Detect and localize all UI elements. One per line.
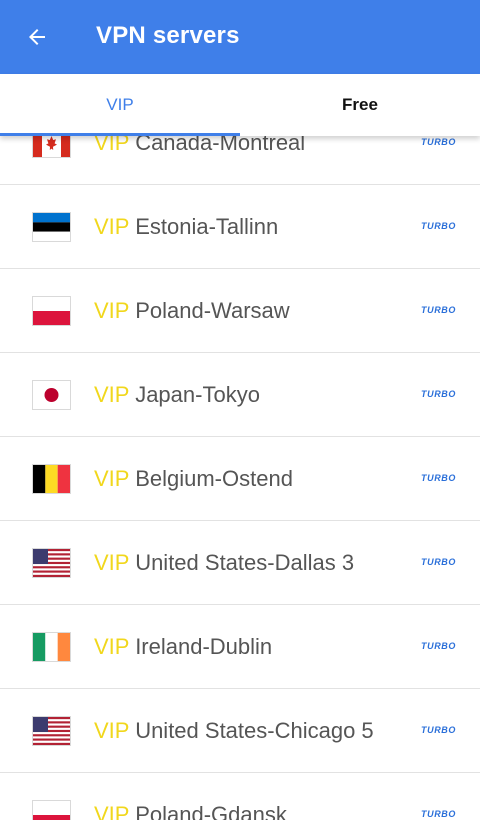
server-row-poland-warsaw[interactable]: VIP Poland-Warsaw TURBO (0, 269, 480, 353)
flag-japan-icon (33, 381, 70, 409)
vip-tag: VIP (94, 382, 130, 407)
server-row-us-dallas-3[interactable]: VIP United States-Dallas 3 TURBO (0, 521, 480, 605)
vip-tag: VIP (94, 718, 130, 743)
server-name: VIP Poland-Warsaw (94, 298, 290, 324)
vip-tag: VIP (94, 214, 130, 239)
turbo-badge: TURBO (421, 809, 456, 819)
server-name: VIP Belgium-Ostend (94, 466, 293, 492)
flag-belgium-icon (33, 465, 70, 493)
server-row-japan-tokyo[interactable]: VIP Japan-Tokyo TURBO (0, 353, 480, 437)
tab-vip-label: VIP (106, 95, 134, 114)
server-name: VIP United States-Chicago 5 (94, 718, 374, 744)
flag-usa-icon (33, 549, 70, 577)
vip-tag: VIP (94, 634, 130, 659)
server-location: Japan-Tokyo (135, 382, 260, 407)
server-row-ireland-dublin[interactable]: VIP Ireland-Dublin TURBO (0, 605, 480, 689)
server-name: VIP Poland-Gdansk (94, 802, 287, 820)
vip-tag: VIP (94, 802, 130, 820)
flag-poland-icon (33, 297, 70, 325)
flag-usa-icon (33, 717, 70, 745)
turbo-badge: TURBO (421, 305, 456, 315)
server-row-us-chicago-5[interactable]: VIP United States-Chicago 5 TURBO (0, 689, 480, 773)
page-title: VPN servers (96, 22, 240, 49)
tab-bar: VIP Free (0, 74, 480, 136)
server-name: VIP United States-Dallas 3 (94, 550, 354, 576)
server-list[interactable]: VIP Canada-Montreal TURBO VIP Estonia-Ta… (0, 101, 480, 820)
flag-poland-icon (33, 801, 70, 820)
tab-vip[interactable]: VIP (0, 74, 240, 136)
server-location: Estonia-Tallinn (135, 214, 279, 239)
turbo-badge: TURBO (421, 641, 456, 651)
turbo-badge: TURBO (421, 137, 456, 147)
vip-tag: VIP (94, 550, 130, 575)
server-location: United States-Dallas 3 (135, 550, 355, 575)
back-button[interactable] (14, 14, 60, 60)
server-location: Poland-Gdansk (135, 802, 287, 820)
arrow-back-icon (29, 29, 45, 45)
server-row-poland-gdansk[interactable]: VIP Poland-Gdansk TURBO (0, 773, 480, 820)
flag-estonia-icon (33, 213, 70, 241)
tab-free-label: Free (342, 95, 378, 114)
flag-ireland-icon (33, 633, 70, 661)
vip-tag: VIP (94, 466, 130, 491)
tab-free[interactable]: Free (240, 74, 480, 136)
turbo-badge: TURBO (421, 725, 456, 735)
server-location: Poland-Warsaw (135, 298, 290, 323)
server-location: Belgium-Ostend (135, 466, 293, 491)
turbo-badge: TURBO (421, 221, 456, 231)
server-location: United States-Chicago 5 (135, 718, 374, 743)
vip-tag: VIP (94, 298, 130, 323)
server-row-estonia-tallinn[interactable]: VIP Estonia-Tallinn TURBO (0, 185, 480, 269)
server-location: Ireland-Dublin (135, 634, 273, 659)
server-row-belgium-ostend[interactable]: VIP Belgium-Ostend TURBO (0, 437, 480, 521)
tab-indicator (0, 133, 240, 136)
server-name: VIP Estonia-Tallinn (94, 214, 278, 240)
app-bar: VPN servers (0, 0, 480, 74)
turbo-badge: TURBO (421, 389, 456, 399)
server-name: VIP Japan-Tokyo (94, 382, 260, 408)
turbo-badge: TURBO (421, 557, 456, 567)
server-name: VIP Ireland-Dublin (94, 634, 272, 660)
turbo-badge: TURBO (421, 473, 456, 483)
